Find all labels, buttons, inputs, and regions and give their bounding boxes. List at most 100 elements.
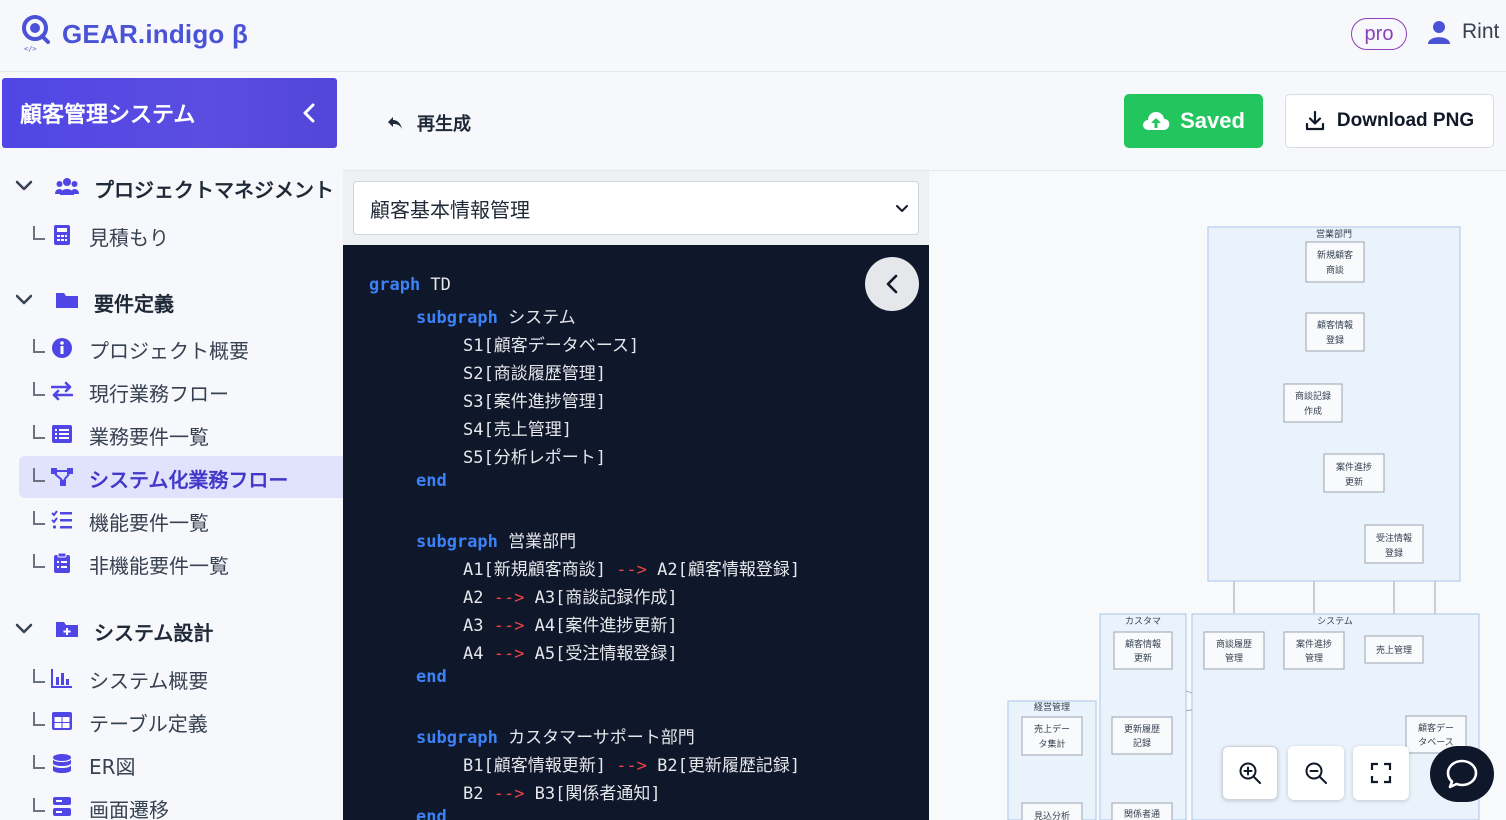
code-line: A2 --> A3[商談記録作成]	[463, 588, 678, 608]
zoom-in-icon	[1239, 762, 1261, 784]
chat-bubble-icon	[1446, 759, 1478, 789]
code-line: B1[顧客情報更新] --> B2[更新履歴記録]	[463, 756, 801, 776]
code-line: S2[商談履歴管理]	[463, 364, 606, 384]
sidebar-item-project-overview[interactable]: プロジェクト概要	[19, 327, 343, 369]
table-icon	[52, 712, 72, 730]
sidebar-item-label: プロジェクト概要	[89, 339, 249, 363]
node-s4: 売上管理	[1364, 635, 1424, 664]
sidebar-item-current-flow[interactable]: 現行業務フロー	[19, 370, 343, 412]
zoom-out-button[interactable]	[1288, 746, 1344, 800]
chevron-down-icon[interactable]	[14, 178, 34, 194]
reply-arrow-icon	[388, 117, 402, 129]
section-system-design[interactable]: システム設計	[0, 609, 343, 649]
svg-text:登録: 登録	[1385, 547, 1403, 559]
tree-connector	[33, 511, 45, 525]
calculator-icon	[54, 225, 70, 245]
sidebar-item-label: 機能要件一覧	[89, 511, 209, 535]
tree-connector	[33, 554, 45, 568]
sidebar-item-functional-requirements[interactable]: 機能要件一覧	[19, 499, 343, 541]
svg-text:更新: 更新	[1345, 476, 1363, 488]
sidebar-item-business-requirements[interactable]: 業務要件一覧	[19, 413, 343, 455]
project-header[interactable]: 顧客管理システム	[2, 78, 337, 148]
chat-button[interactable]	[1430, 746, 1494, 802]
regenerate-button[interactable]: 再生成	[387, 110, 471, 136]
sidebar-item-system-overview[interactable]: システム概要	[19, 657, 343, 699]
node-a1: 新規顧客商談	[1305, 241, 1365, 283]
sidebar-item-label: 見積もり	[89, 226, 169, 250]
sidebar-item-estimate[interactable]: 見積もり	[19, 214, 343, 256]
tree-connector	[33, 798, 45, 812]
code-line: subgraph カスタマーサポート部門	[416, 728, 695, 748]
zoom-out-icon	[1305, 762, 1327, 784]
svg-text:管理: 管理	[1305, 652, 1323, 664]
tree-connector	[33, 425, 45, 439]
app-logo[interactable]: </> GEAR.indigo β	[20, 14, 248, 54]
toolbar: 再生成 Saved Download PNG	[343, 72, 1506, 171]
svg-text:</>: </>	[24, 45, 37, 53]
svg-text:システム: システム	[1317, 616, 1353, 627]
svg-text:売上デー: 売上デー	[1034, 723, 1070, 735]
flow-select-value: 顧客基本情報管理	[370, 197, 530, 222]
svg-text:更新: 更新	[1134, 652, 1152, 664]
node-b1: 顧客情報更新	[1113, 631, 1173, 670]
mermaid-code-editor[interactable]: graph TD subgraph システム S1[顧客データベース] S2[商…	[343, 245, 929, 820]
sidebar-item-table-definition[interactable]: テーブル定義	[19, 700, 343, 742]
svg-text:商談記録: 商談記録	[1295, 390, 1331, 402]
top-header: </> GEAR.indigo β pro Rint	[0, 0, 1506, 72]
chevron-down-icon[interactable]	[14, 621, 34, 637]
code-line: S5[分析レポート]	[463, 448, 606, 468]
svg-text:タ集計: タ集計	[1038, 738, 1065, 750]
code-line: end	[416, 667, 447, 687]
sidebar-item-label: テーブル定義	[89, 712, 208, 736]
sidebar-item-system-flow[interactable]: システム化業務フロー	[19, 456, 343, 498]
tree-connector	[33, 382, 45, 396]
saved-button[interactable]: Saved	[1124, 94, 1263, 148]
svg-text:更新履歴: 更新履歴	[1124, 723, 1160, 735]
svg-text:登録: 登録	[1326, 334, 1344, 346]
node-b3: 関係者通	[1111, 802, 1173, 820]
section-project-management[interactable]: プロジェクトマネジメント	[0, 166, 343, 206]
code-line: A4 --> A5[受注情報登録]	[463, 644, 678, 664]
code-line: end	[416, 471, 447, 491]
svg-text:記録: 記録	[1133, 737, 1151, 749]
svg-text:関係者通: 関係者通	[1124, 809, 1160, 820]
node-a3: 商談記録作成	[1283, 383, 1343, 423]
sidebar-item-nonfunctional-requirements[interactable]: 非機能要件一覧	[19, 542, 343, 584]
fullscreen-button[interactable]	[1353, 746, 1409, 800]
sidebar-item-screen-transition[interactable]: 画面遷移	[19, 786, 343, 820]
flow-select[interactable]: 顧客基本情報管理	[353, 181, 919, 235]
download-png-button[interactable]: Download PNG	[1285, 94, 1494, 148]
bar-chart-icon	[51, 669, 72, 688]
swap-arrows-icon	[51, 381, 73, 401]
sidebar-item-label: 画面遷移	[89, 798, 169, 820]
chevron-down-icon[interactable]	[14, 292, 34, 308]
code-line: A3 --> A4[案件進捗更新]	[463, 616, 678, 636]
zoom-in-button[interactable]	[1222, 746, 1278, 800]
collapse-editor-button[interactable]	[865, 257, 919, 311]
plan-badge[interactable]: pro	[1351, 18, 1407, 50]
sidebar-item-label: 現行業務フロー	[89, 382, 229, 406]
code-line: A1[新規顧客商談] --> A2[顧客情報登録]	[463, 560, 801, 580]
sidebar: 顧客管理システム プロジェクトマネジメント 見積もり 要件定義 プロジェクト概要…	[0, 72, 343, 820]
diagram-preview[interactable]: 営業部門 カスタマ システム 経営管理 新規顧客 商談 顧客情報 登録 商談記録 作成…	[929, 171, 1506, 820]
code-line: end	[416, 807, 447, 820]
project-title: 顧客管理システム	[20, 103, 196, 128]
svg-text:新規顧客: 新規顧客	[1317, 249, 1353, 261]
flow-selector-bar: 顧客基本情報管理	[343, 171, 929, 245]
section-requirements[interactable]: 要件定義	[0, 280, 343, 320]
svg-text:カスタマ: カスタマ	[1125, 616, 1161, 627]
users-icon	[55, 178, 79, 195]
node-s3: 案件進捗管理	[1283, 631, 1345, 670]
list-icon	[52, 425, 72, 443]
tree-connector	[33, 468, 45, 482]
folder-plus-icon	[56, 622, 78, 637]
flow-icon	[51, 468, 73, 486]
clipboard-icon	[54, 553, 70, 573]
svg-text:顧客デー: 顧客デー	[1418, 722, 1454, 734]
svg-text:商談: 商談	[1326, 264, 1344, 276]
node-m1: 売上データ集計	[1021, 716, 1083, 756]
collapse-sidebar-icon[interactable]	[301, 102, 317, 124]
sidebar-item-er-diagram[interactable]: ER図	[19, 743, 343, 785]
code-line: subgraph システム	[416, 308, 576, 328]
user-menu[interactable]: Rint	[1428, 20, 1499, 44]
